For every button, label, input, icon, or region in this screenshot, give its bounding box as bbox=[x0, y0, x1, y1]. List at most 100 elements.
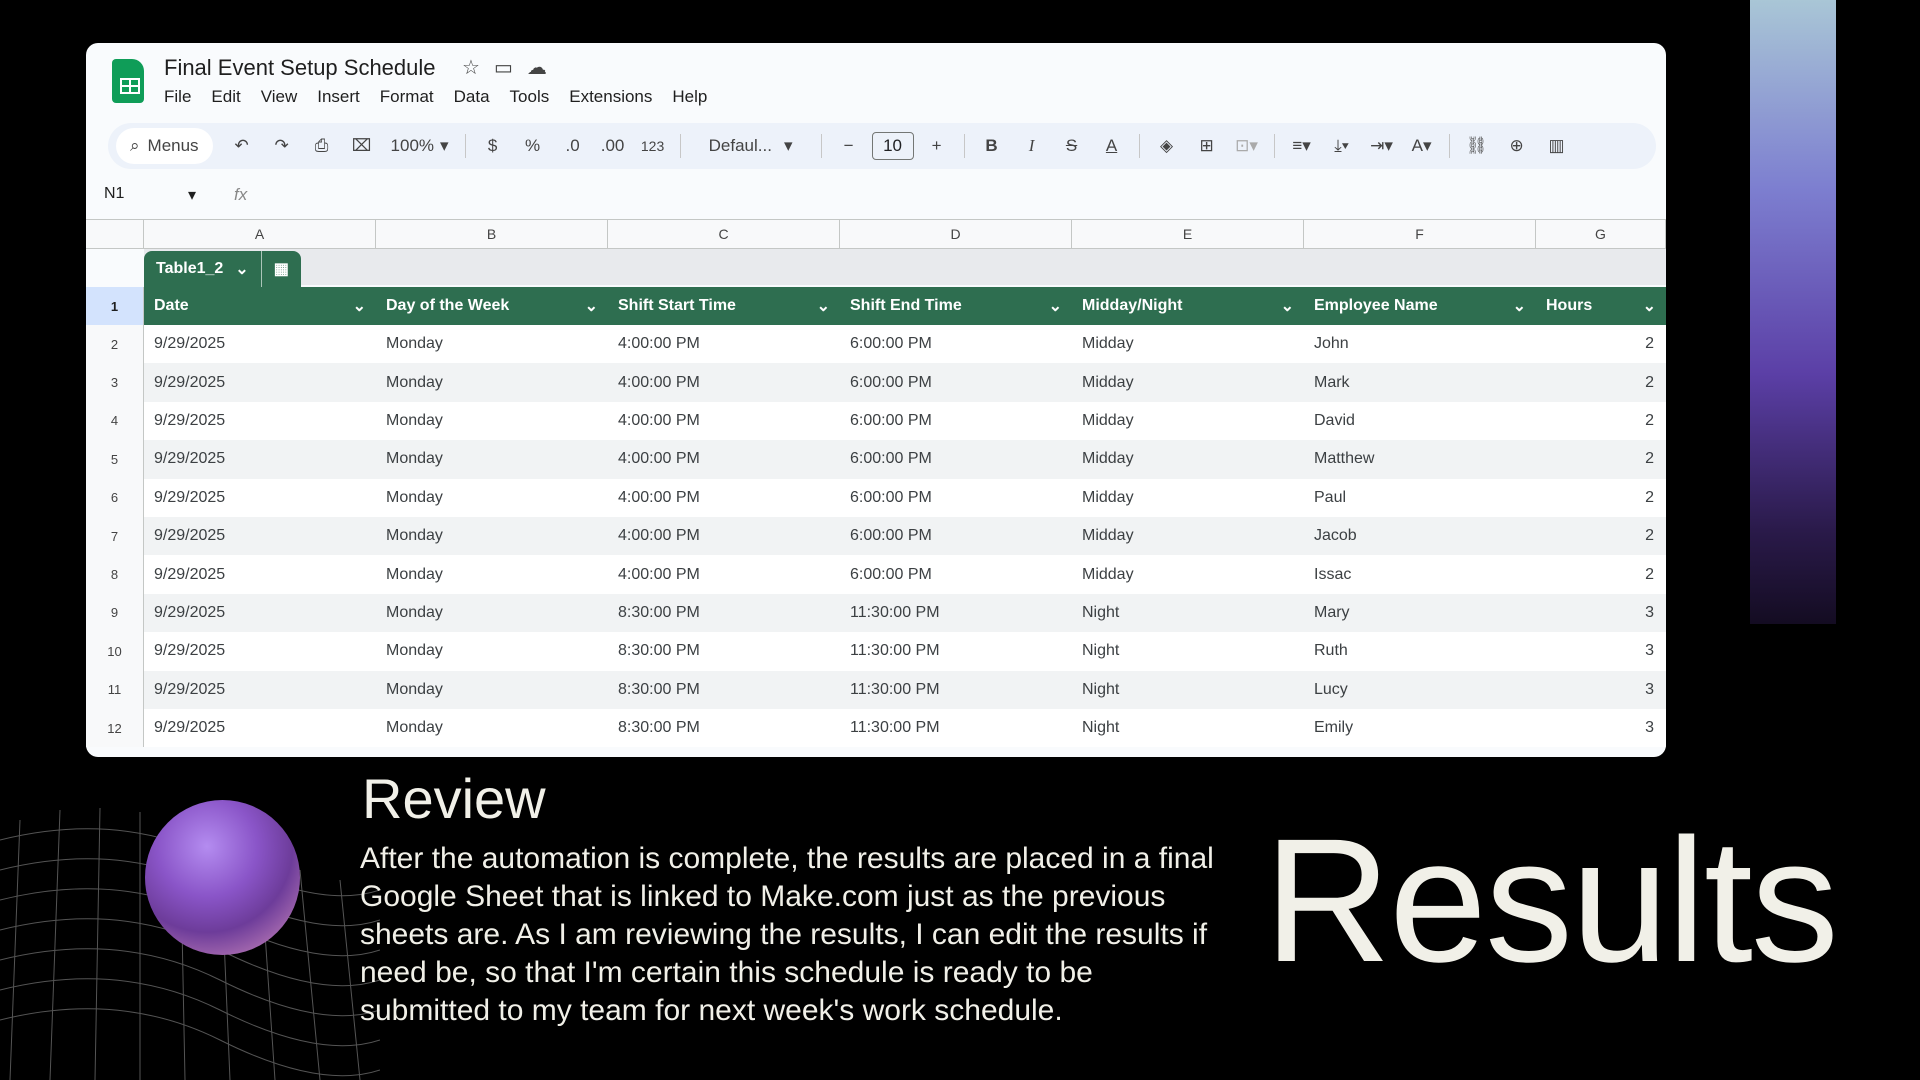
cell-hours[interactable]: 2 bbox=[1536, 440, 1666, 478]
cell-day[interactable]: Monday bbox=[376, 594, 608, 632]
font-select[interactable]: Defaul... ▾ bbox=[691, 129, 811, 163]
menu-edit[interactable]: Edit bbox=[211, 87, 250, 107]
merge-cells-icon[interactable]: ⊡▾ bbox=[1230, 129, 1264, 163]
insert-chart-icon[interactable]: ▥ bbox=[1540, 129, 1574, 163]
cell-employee[interactable]: Lucy bbox=[1304, 671, 1536, 709]
redo-icon[interactable]: ↷ bbox=[265, 129, 299, 163]
row-number[interactable]: 11 bbox=[86, 670, 144, 709]
currency-format-button[interactable]: $ bbox=[476, 129, 510, 163]
cell-date[interactable]: 9/29/2025 bbox=[144, 632, 376, 670]
cell-end[interactable]: 6:00:00 PM bbox=[840, 402, 1072, 440]
column-header-e[interactable]: E bbox=[1072, 220, 1304, 248]
chevron-down-icon[interactable]: ⌄ bbox=[1049, 296, 1062, 316]
chevron-down-icon[interactable]: ⌄ bbox=[817, 296, 830, 316]
row-number[interactable]: 5 bbox=[86, 440, 144, 479]
strikethrough-icon[interactable]: S bbox=[1055, 129, 1089, 163]
header-day-of-week[interactable]: Day of the Week ⌄ bbox=[376, 287, 608, 325]
cell-day[interactable]: Monday bbox=[376, 363, 608, 401]
decrease-decimal-button[interactable]: .0 bbox=[556, 129, 590, 163]
header-shift-end[interactable]: Shift End Time ⌄ bbox=[840, 287, 1072, 325]
cell-hours[interactable]: 3 bbox=[1536, 709, 1666, 747]
print-icon[interactable]: ⎙ bbox=[305, 129, 339, 163]
cell-employee[interactable]: Issac bbox=[1304, 555, 1536, 593]
cell-employee[interactable]: Matthew bbox=[1304, 440, 1536, 478]
header-shift-start[interactable]: Shift Start Time ⌄ bbox=[608, 287, 840, 325]
row-number[interactable]: 4 bbox=[86, 401, 144, 441]
cell-shift[interactable]: Midday bbox=[1072, 440, 1304, 478]
cell-hours[interactable]: 2 bbox=[1536, 402, 1666, 440]
menu-tools[interactable]: Tools bbox=[510, 87, 560, 107]
chevron-down-icon[interactable]: ⌄ bbox=[353, 296, 366, 316]
chevron-down-icon[interactable]: ⌄ bbox=[1281, 296, 1294, 316]
row-number[interactable]: 2 bbox=[86, 325, 144, 364]
row-number[interactable]: 7 bbox=[86, 516, 144, 556]
horizontal-align-icon[interactable]: ≡▾ bbox=[1285, 129, 1319, 163]
cell-date[interactable]: 9/29/2025 bbox=[144, 671, 376, 709]
undo-icon[interactable]: ↶ bbox=[225, 129, 259, 163]
header-midday-night[interactable]: Midday/Night ⌄ bbox=[1072, 287, 1304, 325]
cell-date[interactable]: 9/29/2025 bbox=[144, 325, 376, 363]
table-view-icon[interactable]: ▦ bbox=[274, 259, 289, 279]
cell-date[interactable]: 9/29/2025 bbox=[144, 594, 376, 632]
menus-search[interactable]: ⌕ Menus bbox=[116, 128, 213, 164]
cell-day[interactable]: Monday bbox=[376, 632, 608, 670]
cell-day[interactable]: Monday bbox=[376, 555, 608, 593]
cell-day[interactable]: Monday bbox=[376, 440, 608, 478]
column-header-b[interactable]: B bbox=[376, 220, 608, 248]
row-number[interactable]: 12 bbox=[86, 708, 144, 748]
insert-comment-icon[interactable]: ⊕ bbox=[1500, 129, 1534, 163]
column-header-c[interactable]: C bbox=[608, 220, 840, 248]
cell-shift[interactable]: Midday bbox=[1072, 363, 1304, 401]
column-header-g[interactable]: G bbox=[1536, 220, 1666, 248]
chevron-down-icon[interactable]: ⌄ bbox=[1643, 296, 1656, 316]
cell-end[interactable]: 6:00:00 PM bbox=[840, 325, 1072, 363]
cell-shift[interactable]: Night bbox=[1072, 709, 1304, 747]
cell-start[interactable]: 4:00:00 PM bbox=[608, 363, 840, 401]
cell-hours[interactable]: 3 bbox=[1536, 671, 1666, 709]
header-date[interactable]: Date ⌄ bbox=[144, 287, 376, 325]
cell-day[interactable]: Monday bbox=[376, 517, 608, 555]
star-icon[interactable]: ☆ bbox=[462, 55, 480, 80]
name-box[interactable]: N1 ▾ bbox=[86, 185, 210, 205]
cell-hours[interactable]: 2 bbox=[1536, 363, 1666, 401]
cell-start[interactable]: 4:00:00 PM bbox=[608, 517, 840, 555]
row-number[interactable]: 9 bbox=[86, 593, 144, 633]
cell-start[interactable]: 4:00:00 PM bbox=[608, 325, 840, 363]
cell-end[interactable]: 11:30:00 PM bbox=[840, 594, 1072, 632]
font-size-input[interactable]: 10 bbox=[871, 132, 914, 160]
cell-shift[interactable]: Night bbox=[1072, 594, 1304, 632]
row-number[interactable]: 8 bbox=[86, 555, 144, 594]
menu-extensions[interactable]: Extensions bbox=[569, 87, 662, 107]
cell-date[interactable]: 9/29/2025 bbox=[144, 363, 376, 401]
column-header-f[interactable]: F bbox=[1304, 220, 1536, 248]
document-title[interactable]: Final Event Setup Schedule bbox=[164, 55, 436, 81]
chevron-down-icon[interactable]: ⌄ bbox=[585, 296, 598, 316]
header-employee-name[interactable]: Employee Name ⌄ bbox=[1304, 287, 1536, 325]
cell-date[interactable]: 9/29/2025 bbox=[144, 440, 376, 478]
cell-employee[interactable]: Mark bbox=[1304, 363, 1536, 401]
cell-end[interactable]: 6:00:00 PM bbox=[840, 555, 1072, 593]
insert-link-icon[interactable]: ⛓ bbox=[1460, 129, 1494, 163]
cell-hours[interactable]: 3 bbox=[1536, 594, 1666, 632]
cell-start[interactable]: 4:00:00 PM bbox=[608, 440, 840, 478]
header-hours[interactable]: Hours ⌄ bbox=[1536, 287, 1666, 325]
cell-day[interactable]: Monday bbox=[376, 671, 608, 709]
cell-start[interactable]: 8:30:00 PM bbox=[608, 671, 840, 709]
cell-hours[interactable]: 2 bbox=[1536, 325, 1666, 363]
move-folder-icon[interactable]: ▭ bbox=[494, 55, 513, 80]
cell-hours[interactable]: 2 bbox=[1536, 517, 1666, 555]
select-all-corner[interactable] bbox=[86, 220, 144, 248]
cell-employee[interactable]: David bbox=[1304, 402, 1536, 440]
italic-button[interactable]: I bbox=[1015, 129, 1049, 163]
cell-end[interactable]: 11:30:00 PM bbox=[840, 709, 1072, 747]
cell-day[interactable]: Monday bbox=[376, 709, 608, 747]
chevron-down-icon[interactable]: ⌄ bbox=[1513, 296, 1526, 316]
cell-shift[interactable]: Midday bbox=[1072, 555, 1304, 593]
zoom-select[interactable]: 100% ▾ bbox=[385, 129, 455, 163]
paint-format-icon[interactable]: ⌧ bbox=[345, 129, 379, 163]
cell-start[interactable]: 8:30:00 PM bbox=[608, 709, 840, 747]
cell-employee[interactable]: Ruth bbox=[1304, 632, 1536, 670]
cell-start[interactable]: 8:30:00 PM bbox=[608, 594, 840, 632]
cell-date[interactable]: 9/29/2025 bbox=[144, 402, 376, 440]
row-number[interactable]: 10 bbox=[86, 632, 144, 671]
